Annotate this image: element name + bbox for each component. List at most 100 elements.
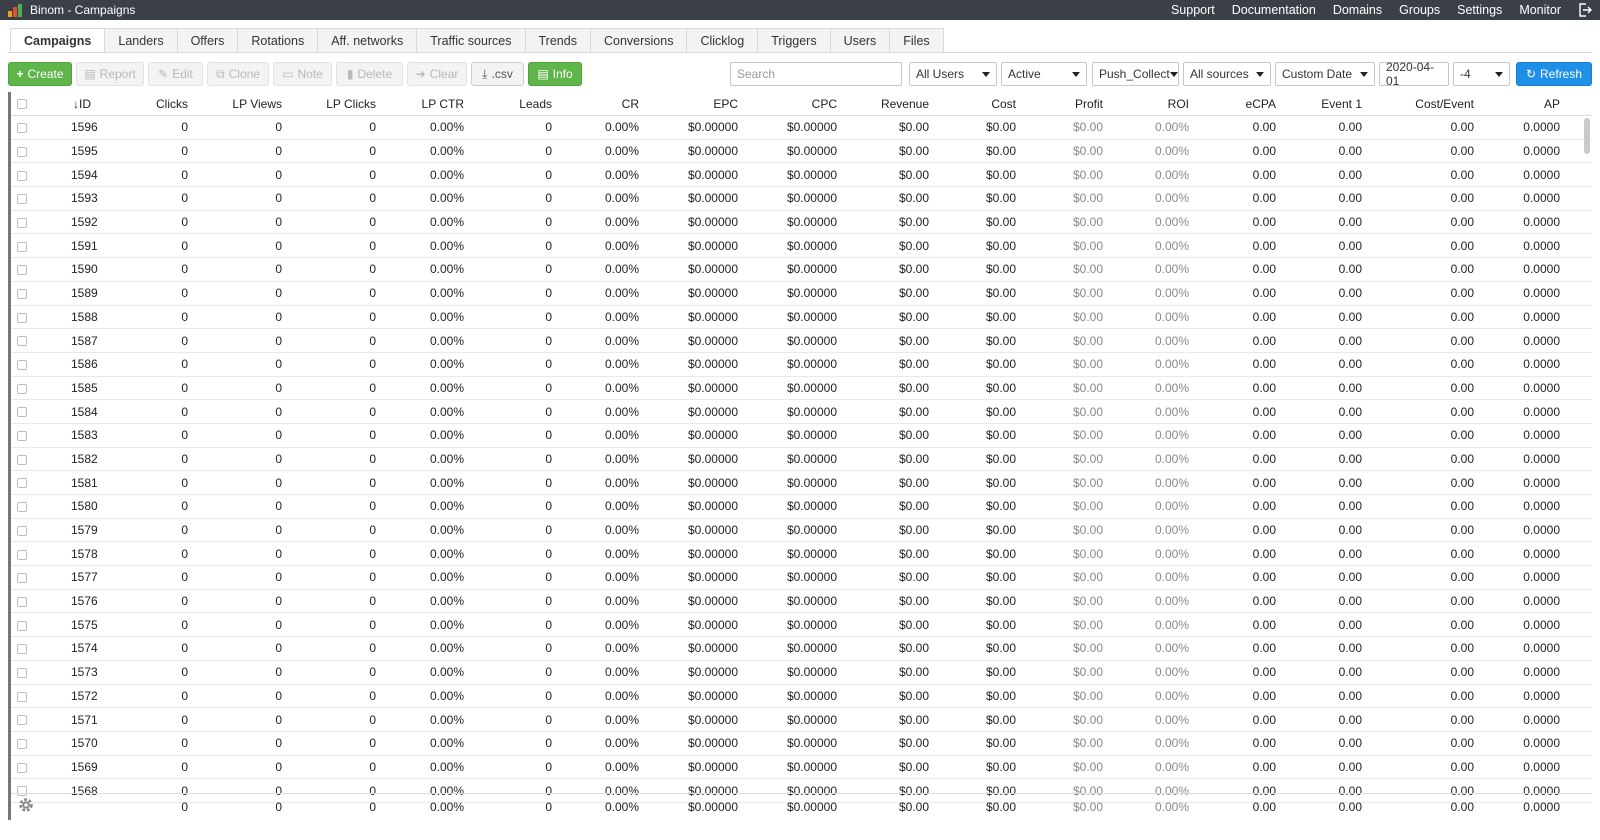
row-checkbox[interactable] <box>17 194 27 205</box>
table-row[interactable]: 1586 0 0 0 0.00% 0 0.00% $0.00000 $0.00000 $0.00 $… <box>11 353 1592 377</box>
column-header-cost-event[interactable]: Cost/Event <box>1369 97 1481 111</box>
column-header-lp-ctr[interactable]: LP CTR <box>383 97 471 111</box>
cell-id[interactable]: 1573 <box>35 665 105 679</box>
cell-id[interactable]: 1589 <box>35 286 105 300</box>
row-checkbox[interactable] <box>17 407 27 418</box>
tab-clicklog[interactable]: Clicklog <box>687 28 759 53</box>
table-row[interactable]: 1592 0 0 0 0.00% 0 0.00% $0.00000 $0.00000 $0.00 $… <box>11 211 1592 235</box>
cell-id[interactable]: 1592 <box>35 215 105 229</box>
column-header-revenue[interactable]: Revenue <box>844 97 936 111</box>
table-row[interactable]: 1594 0 0 0 0.00% 0 0.00% $0.00000 $0.00000 $0.00 $… <box>11 163 1592 188</box>
cell-id[interactable]: 1593 <box>35 191 105 205</box>
cell-id[interactable]: 1579 <box>35 523 105 537</box>
row-checkbox[interactable] <box>17 241 27 252</box>
timezone-select[interactable]: -4 <box>1453 62 1510 86</box>
row-checkbox[interactable] <box>17 288 27 299</box>
tab-conversions[interactable]: Conversions <box>590 28 688 53</box>
tab-users[interactable]: Users <box>830 28 891 53</box>
cell-id[interactable]: 1584 <box>35 405 105 419</box>
row-checkbox[interactable] <box>17 739 27 750</box>
nav-documentation[interactable]: Documentation <box>1232 3 1316 17</box>
cell-id[interactable]: 1590 <box>35 262 105 276</box>
column-header-leads[interactable]: Leads <box>471 97 559 111</box>
scrollbar[interactable] <box>1584 118 1590 154</box>
row-checkbox[interactable] <box>17 691 27 702</box>
tab-landers[interactable]: Landers <box>105 28 178 53</box>
csv-export-button[interactable]: ⤓ .csv <box>471 62 524 86</box>
search-input[interactable]: Search <box>730 62 902 86</box>
row-checkbox[interactable] <box>17 644 27 655</box>
row-checkbox[interactable] <box>17 360 27 371</box>
nav-settings[interactable]: Settings <box>1457 3 1502 17</box>
row-checkbox[interactable] <box>17 596 27 607</box>
users-select[interactable]: All Users <box>909 62 997 86</box>
note-button[interactable]: ▭ Note <box>273 62 332 86</box>
nav-domains[interactable]: Domains <box>1333 3 1382 17</box>
cell-id[interactable]: 1591 <box>35 239 105 253</box>
table-row[interactable]: 1585 0 0 0 0.00% 0 0.00% $0.00000 $0.00000 $0.00 $… <box>11 377 1592 401</box>
cell-id[interactable]: 1581 <box>35 476 105 490</box>
column-header-ecpa[interactable]: eCPA <box>1196 97 1283 111</box>
table-row[interactable]: 1570 0 0 0 0.00% 0 0.00% $0.00000 $0.00000 $0.00 $… <box>11 732 1592 756</box>
column-header-id[interactable]: ↓ID <box>35 97 105 111</box>
cell-id[interactable]: 1587 <box>35 334 105 348</box>
tab-campaigns[interactable]: Campaigns <box>10 28 106 53</box>
table-row[interactable]: 1596 0 0 0 0.00% 0 0.00% $0.00000 $0.00000 $0.00 $… <box>11 116 1592 140</box>
row-checkbox[interactable] <box>17 573 27 584</box>
cell-id[interactable]: 1574 <box>35 641 105 655</box>
row-checkbox[interactable] <box>17 170 27 181</box>
table-row[interactable]: 1587 0 0 0 0.00% 0 0.00% $0.00000 $0.00000 $0.00 $… <box>11 329 1592 353</box>
table-row[interactable]: 1589 0 0 0 0.00% 0 0.00% $0.00000 $0.00000 $0.00 $… <box>11 282 1592 306</box>
info-button[interactable]: ▤ Info <box>528 62 582 86</box>
cell-id[interactable]: 1570 <box>35 736 105 750</box>
table-row[interactable]: 1571 0 0 0 0.00% 0 0.00% $0.00000 $0.00000 $0.00 $… <box>11 708 1592 732</box>
column-header-cr[interactable]: CR <box>559 97 646 111</box>
column-header-cost[interactable]: Cost <box>936 97 1023 111</box>
gear-icon[interactable] <box>17 796 35 814</box>
table-row[interactable]: 1584 0 0 0 0.00% 0 0.00% $0.00000 $0.00000 $0.00 $… <box>11 400 1592 424</box>
sources-select[interactable]: All sources <box>1183 62 1271 86</box>
report-button[interactable]: ▤ Report <box>76 62 144 86</box>
tab-traffic-sources[interactable]: Traffic sources <box>417 28 526 53</box>
nav-monitor[interactable]: Monitor <box>1519 3 1561 17</box>
row-checkbox[interactable] <box>17 762 27 773</box>
column-header-epc[interactable]: EPC <box>646 97 745 111</box>
table-row[interactable]: 1572 0 0 0 0.00% 0 0.00% $0.00000 $0.00000 $0.00 $… <box>11 685 1592 709</box>
table-row[interactable]: 1579 0 0 0 0.00% 0 0.00% $0.00000 $0.00000 $0.00 $… <box>11 519 1592 543</box>
nav-support[interactable]: Support <box>1171 3 1215 17</box>
cell-id[interactable]: 1572 <box>35 689 105 703</box>
row-checkbox[interactable] <box>17 431 27 442</box>
table-row[interactable]: 1580 0 0 0 0.00% 0 0.00% $0.00000 $0.00000 $0.00 $… <box>11 495 1592 519</box>
column-header-roi[interactable]: ROI <box>1110 97 1196 111</box>
column-header-lp-views[interactable]: LP Views <box>195 97 289 111</box>
cell-id[interactable]: 1582 <box>35 452 105 466</box>
tab-files[interactable]: Files <box>890 28 944 53</box>
date-input[interactable]: 2020-04-01 <box>1379 60 1449 88</box>
edit-button[interactable]: ✎ Edit <box>148 62 203 86</box>
column-header-clicks[interactable]: Clicks <box>105 97 195 111</box>
row-checkbox[interactable] <box>17 383 27 394</box>
row-checkbox[interactable] <box>17 478 27 489</box>
cell-id[interactable]: 1571 <box>35 713 105 727</box>
cell-id[interactable]: 1596 <box>35 120 105 134</box>
refresh-button[interactable]: ↻ Refresh <box>1516 62 1592 86</box>
cell-id[interactable]: 1583 <box>35 428 105 442</box>
table-row[interactable]: 1578 0 0 0 0.00% 0 0.00% $0.00000 $0.00000 $0.00 $… <box>11 542 1592 567</box>
table-row[interactable]: 1581 0 0 0 0.00% 0 0.00% $0.00000 $0.00000 $0.00 $… <box>11 471 1592 495</box>
row-checkbox[interactable] <box>17 123 27 134</box>
table-row[interactable]: 1582 0 0 0 0.00% 0 0.00% $0.00000 $0.00000 $0.00 $… <box>11 448 1592 472</box>
table-row[interactable]: 1583 0 0 0 0.00% 0 0.00% $0.00000 $0.00000 $0.00 $… <box>11 424 1592 448</box>
table-row[interactable]: 1590 0 0 0 0.00% 0 0.00% $0.00000 $0.00000 $0.00 $… <box>11 258 1592 282</box>
column-header-cpc[interactable]: CPC <box>745 97 844 111</box>
table-row[interactable]: 1593 0 0 0 0.00% 0 0.00% $0.00000 $0.00000 $0.00 $… <box>11 187 1592 211</box>
cell-id[interactable]: 1577 <box>35 570 105 584</box>
table-row[interactable]: 1569 0 0 0 0.00% 0 0.00% $0.00000 $0.00000 $0.00 $… <box>11 756 1592 780</box>
row-checkbox[interactable] <box>17 549 27 560</box>
table-row[interactable]: 1591 0 0 0 0.00% 0 0.00% $0.00000 $0.00000 $0.00 $… <box>11 234 1592 259</box>
cell-id[interactable]: 1595 <box>35 144 105 158</box>
row-checkbox[interactable] <box>17 620 27 631</box>
row-checkbox[interactable] <box>17 336 27 347</box>
tab-trends[interactable]: Trends <box>525 28 591 53</box>
cell-id[interactable]: 1569 <box>35 760 105 774</box>
table-row[interactable]: 1576 0 0 0 0.00% 0 0.00% $0.00000 $0.00000 $0.00 $… <box>11 590 1592 614</box>
